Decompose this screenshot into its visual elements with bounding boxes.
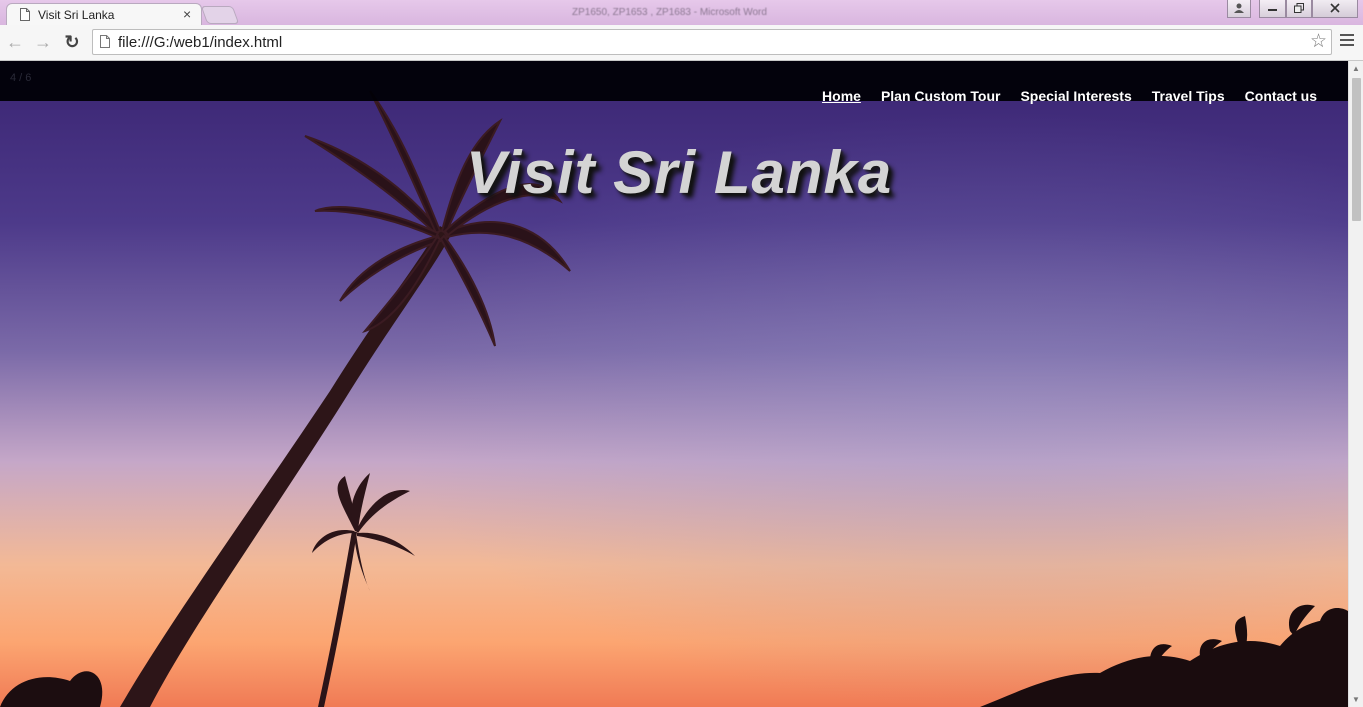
vertical-scrollbar[interactable]: ▲ ▼	[1348, 61, 1363, 707]
file-icon	[100, 35, 110, 48]
nav-home[interactable]: Home	[822, 88, 861, 104]
forward-arrow-icon: →	[34, 32, 52, 52]
close-icon	[1330, 3, 1340, 13]
scroll-up-icon[interactable]: ▲	[1352, 64, 1360, 73]
new-tab-button[interactable]	[200, 6, 240, 24]
window-titlebar: ZP1650, ZP1653 , ZP1683 - Microsoft Word…	[0, 0, 1363, 26]
chrome-menu-icon[interactable]	[1340, 34, 1354, 49]
scrollbar-thumb[interactable]	[1352, 78, 1361, 221]
minimize-button[interactable]	[1259, 0, 1286, 18]
reload-button[interactable]: ↻	[61, 31, 83, 53]
nav-plan-custom-tour[interactable]: Plan Custom Tour	[881, 88, 1001, 104]
minimize-icon	[1268, 9, 1277, 11]
user-profile-button[interactable]	[1227, 0, 1251, 18]
user-icon	[1234, 3, 1244, 13]
restore-icon	[1294, 3, 1304, 13]
reload-icon: ↻	[64, 32, 80, 52]
hero-title: Visit Sri Lanka	[466, 139, 893, 206]
browser-toolbar: ← → ↻ file:///G:/web1/index.html ☆	[0, 25, 1363, 61]
scroll-down-icon[interactable]: ▼	[1352, 695, 1360, 704]
nav-contact-us[interactable]: Contact us	[1245, 88, 1317, 104]
back-arrow-icon: ←	[6, 32, 24, 52]
close-window-button[interactable]	[1312, 0, 1358, 18]
tab-title: Visit Sri Lanka	[38, 8, 115, 22]
back-button[interactable]: ←	[4, 31, 26, 53]
address-bar[interactable]: file:///G:/web1/index.html ☆	[92, 29, 1332, 55]
main-nav: Home Plan Custom Tour Special Interests …	[822, 88, 1317, 104]
tab-close-icon[interactable]: ×	[183, 7, 191, 21]
bookmark-star-icon[interactable]: ☆	[1310, 30, 1327, 53]
nav-travel-tips[interactable]: Travel Tips	[1152, 88, 1225, 104]
page-icon	[20, 8, 30, 21]
page-viewport: 4 / 6 Home Plan Custom Tour Special Inte…	[0, 61, 1348, 707]
nav-special-interests[interactable]: Special Interests	[1020, 88, 1131, 104]
forward-button[interactable]: →	[32, 31, 54, 53]
slide-counter: 4 / 6	[10, 72, 32, 84]
restore-button[interactable]	[1286, 0, 1312, 18]
url-text[interactable]: file:///G:/web1/index.html	[118, 34, 282, 51]
window-title: ZP1650, ZP1653 , ZP1683 - Microsoft Word	[572, 7, 767, 18]
browser-tab[interactable]: Visit Sri Lanka ×	[6, 3, 202, 26]
